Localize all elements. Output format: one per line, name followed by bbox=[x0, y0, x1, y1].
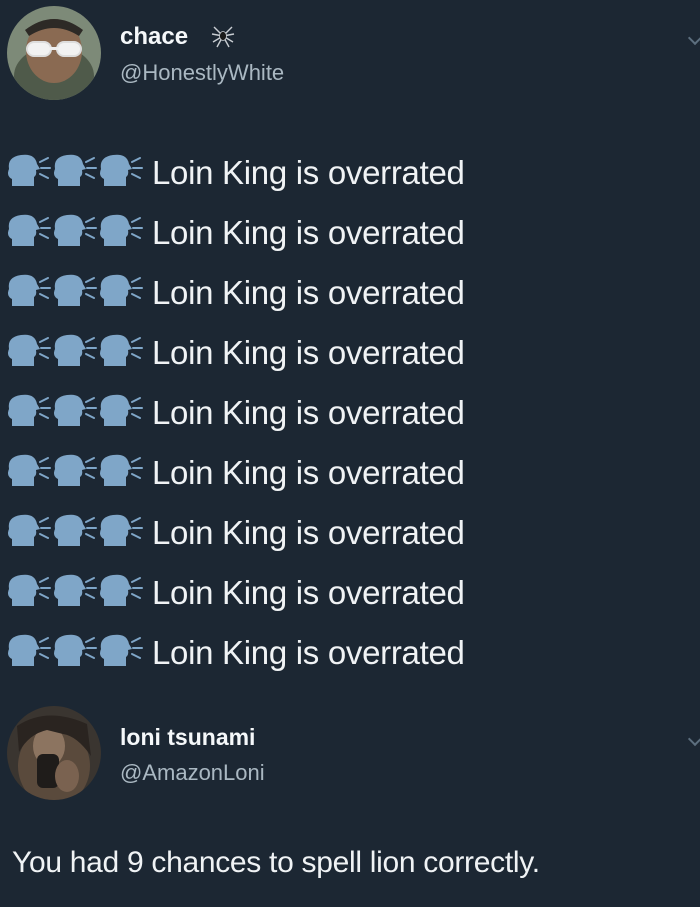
speaking-head-icon bbox=[52, 392, 98, 435]
speaking-head-icon bbox=[6, 272, 52, 315]
tweet-line-text: Loin King is overrated bbox=[152, 274, 465, 311]
tweet-line-text: Loin King is overrated bbox=[152, 214, 465, 251]
speaking-head-emoji-group bbox=[6, 152, 152, 195]
speaking-head-icon bbox=[98, 392, 144, 435]
tweet-line-text: Loin King is overrated bbox=[152, 634, 465, 671]
chace-display-name[interactable]: chace bbox=[120, 23, 188, 51]
speaking-head-icon bbox=[98, 572, 144, 615]
speaking-head-icon bbox=[98, 632, 144, 675]
speaking-head-icon bbox=[52, 512, 98, 555]
chace-avatar[interactable] bbox=[7, 6, 101, 100]
reply-text: You had 9 chances to spell lion correctl… bbox=[12, 846, 540, 879]
chace-handle[interactable]: @HonestlyWhite bbox=[120, 60, 284, 86]
speaking-head-icon bbox=[52, 272, 98, 315]
speaking-head-icon bbox=[6, 152, 52, 195]
speaking-head-emoji-group bbox=[6, 632, 152, 675]
speaking-head-emoji-group bbox=[6, 572, 152, 615]
tweet-line: Loin King is overrated bbox=[6, 563, 465, 623]
speaking-head-icon bbox=[52, 632, 98, 675]
speaking-head-emoji-group bbox=[6, 452, 152, 495]
tweet-line: Loin King is overrated bbox=[6, 443, 465, 503]
speaking-head-icon bbox=[6, 452, 52, 495]
tweet-line-text: Loin King is overrated bbox=[152, 334, 465, 371]
speaking-head-icon bbox=[52, 212, 98, 255]
tweet-line: Loin King is overrated bbox=[6, 143, 465, 203]
tweet-line: Loin King is overrated bbox=[6, 503, 465, 563]
speaking-head-icon bbox=[98, 152, 144, 195]
tweet-line: Loin King is overrated bbox=[6, 263, 465, 323]
speaking-head-emoji-group bbox=[6, 212, 152, 255]
tweet-line-text: Loin King is overrated bbox=[152, 574, 465, 611]
speaking-head-icon bbox=[52, 332, 98, 375]
loni-display-name[interactable]: loni tsunami bbox=[120, 724, 255, 751]
speaking-head-icon bbox=[98, 212, 144, 255]
tweet-line: Loin King is overrated bbox=[6, 203, 465, 263]
speaking-head-emoji-group bbox=[6, 272, 152, 315]
loni-handle[interactable]: @AmazonLoni bbox=[120, 760, 265, 786]
speaking-head-icon bbox=[98, 512, 144, 555]
tweet-line: Loin King is overrated bbox=[6, 323, 465, 383]
tweet-line-text: Loin King is overrated bbox=[152, 394, 465, 431]
speaking-head-emoji-group bbox=[6, 332, 152, 375]
speaking-head-icon bbox=[6, 212, 52, 255]
tweet-line: Loin King is overrated bbox=[6, 383, 465, 443]
speaking-head-icon bbox=[6, 392, 52, 435]
speaking-head-icon bbox=[6, 512, 52, 555]
tweet-line-text: Loin King is overrated bbox=[152, 154, 465, 191]
spider-icon bbox=[210, 24, 236, 53]
speaking-head-emoji-group bbox=[6, 512, 152, 555]
speaking-head-icon bbox=[52, 572, 98, 615]
speaking-head-icon bbox=[98, 452, 144, 495]
speaking-head-icon bbox=[98, 272, 144, 315]
tweet-line: Loin King is overrated bbox=[6, 623, 465, 683]
speaking-head-icon bbox=[52, 452, 98, 495]
chevron-down-icon[interactable] bbox=[687, 731, 700, 747]
speaking-head-icon bbox=[98, 332, 144, 375]
speaking-head-icon bbox=[6, 572, 52, 615]
tweet-line-text: Loin King is overrated bbox=[152, 514, 465, 551]
tweet-line-text: Loin King is overrated bbox=[152, 454, 465, 491]
chevron-down-icon[interactable] bbox=[687, 30, 700, 46]
loni-avatar[interactable] bbox=[7, 706, 101, 800]
speaking-head-icon bbox=[6, 332, 52, 375]
speaking-head-icon bbox=[52, 152, 98, 195]
speaking-head-icon bbox=[6, 632, 52, 675]
speaking-head-emoji-group bbox=[6, 392, 152, 435]
